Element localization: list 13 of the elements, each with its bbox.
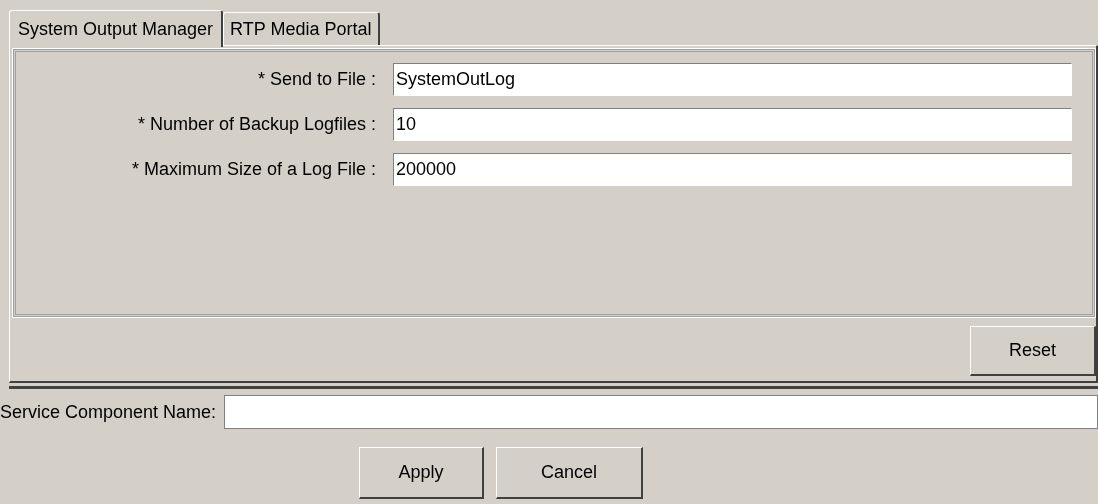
- input-field[interactable]: SystemOutLog: [393, 63, 1072, 96]
- reset-button[interactable]: Reset: [970, 326, 1096, 376]
- field-label: * Send to File :: [256, 69, 377, 90]
- input-field[interactable]: 200000: [393, 153, 1072, 186]
- dialog-button[interactable]: Apply: [359, 447, 484, 499]
- field-label: Service Component Name:: [0, 401, 218, 423]
- dialog-button[interactable]: Cancel: [496, 447, 643, 499]
- tab[interactable]: System Output Manager: [9, 10, 224, 47]
- tab[interactable]: RTP Media Portal: [223, 12, 380, 45]
- field-label: * Number of Backup Logfiles :: [136, 114, 377, 135]
- field-label: * Maximum Size of a Log File :: [130, 159, 377, 180]
- input-field[interactable]: 10: [393, 108, 1072, 141]
- input-field[interactable]: [224, 395, 1098, 429]
